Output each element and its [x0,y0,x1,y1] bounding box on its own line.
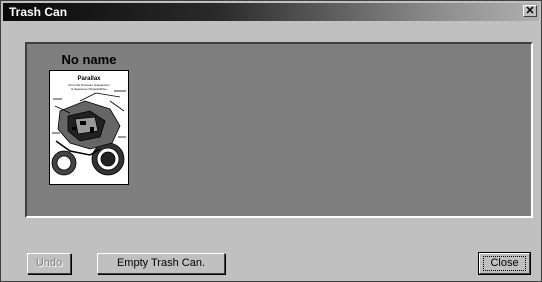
thumb-sub2: & Sequence Chassis/Drive [71,87,107,91]
window-title: Trash Can [9,5,68,19]
undo-button[interactable]: Undo [27,253,71,274]
trash-contents-panel: No name Parallax From the Pressure Suspe… [25,42,533,218]
thumb-heading: Parallax [77,76,101,82]
close-button[interactable]: Close [478,252,531,275]
document-thumbnail[interactable]: Parallax From the Pressure Suspension & … [49,70,129,185]
empty-trash-button[interactable]: Empty Trash Can. [97,253,225,274]
trash-item[interactable]: No name Parallax From the Pressure Suspe… [47,52,131,185]
motorcycle-illustration-icon: Parallax From the Pressure Suspension & … [50,71,128,184]
title-bar[interactable]: Trash Can ✕ [3,3,539,21]
trash-item-label: No name [61,52,117,67]
close-icon[interactable]: ✕ [523,5,537,17]
close-button-label: Close [483,256,526,271]
trash-can-window: Trash Can ✕ No name Parallax From the Pr… [0,0,542,282]
